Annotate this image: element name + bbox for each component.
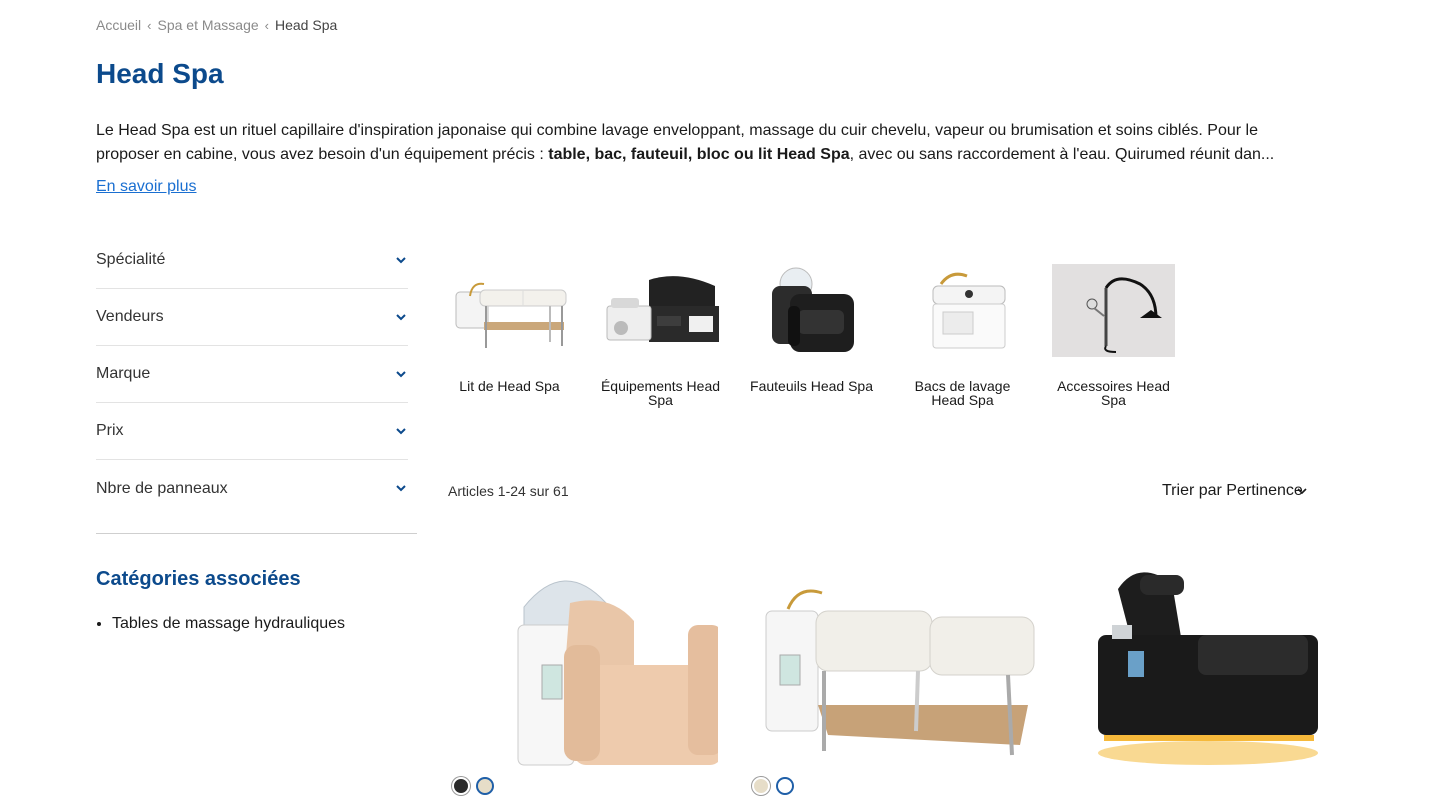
associated-categories-list: Tables de massage hydrauliques [112,615,345,633]
chevron-down-icon [394,253,408,267]
filter-marque[interactable]: Marque [96,346,408,403]
category-tile-bacs[interactable]: Bacs de lavage Head Spa [901,264,1024,407]
filter-vendeurs[interactable]: Vendeurs [96,289,408,346]
product-card[interactable] [748,555,1048,795]
swatch-beige-selected[interactable] [476,777,494,795]
category-tile-lit[interactable]: Lit de Head Spa [448,264,571,407]
color-swatches [452,777,494,795]
color-swatches [752,777,794,795]
category-description: Le Head Spa est un rituel capillaire d'i… [96,119,1336,167]
description-line-1: Le Head Spa est un rituel capillaire d'i… [96,122,1258,139]
page-title: Head Spa [96,58,224,89]
filter-label: Nbre de panneaux [96,479,228,497]
breadcrumb-home-link[interactable]: Accueil [96,17,141,33]
washing-basin-image [901,264,1024,357]
shower-accessory-image [1052,264,1175,357]
category-label: Fauteuils Head Spa [750,378,873,394]
filter-label: Prix [96,422,124,439]
filters-panel: Spécialité Vendeurs Marque Prix Nbre de … [96,232,408,517]
swatch-black[interactable] [452,777,470,795]
head-spa-chair-image [750,264,873,357]
beige-head-spa-chair-image [448,555,748,775]
white-head-spa-bed-image [748,555,1048,775]
head-spa-equipment-image [599,264,722,357]
chevron-down-icon [394,367,408,381]
learn-more-link[interactable]: En savoir plus [96,178,197,196]
breadcrumb-spa-link[interactable]: Spa et Massage [157,17,258,33]
breadcrumb-current: Head Spa [275,17,338,33]
black-head-spa-lounger-image [1048,555,1348,775]
chevron-left-icon: ‹ [147,17,152,33]
filter-label: Spécialité [96,251,166,268]
filter-prix[interactable]: Prix [96,403,408,460]
breadcrumb: Accueil ‹ Spa et Massage ‹ Head Spa [96,17,337,33]
category-label: Équipements Head Spa [600,378,721,408]
category-label: Accessoires Head Spa [1057,378,1170,408]
results-count: Articles 1-24 sur 61 [448,483,569,499]
filter-nbre-panneaux[interactable]: Nbre de panneaux [96,460,408,517]
sort-label: Trier par Pertinence [1162,482,1303,499]
category-tile-equipements[interactable]: Équipements Head Spa [599,264,722,407]
associated-categories-title: Catégories associées [96,568,301,590]
chevron-down-icon [394,310,408,324]
description-line-2: proposer en cabine, vous avez besoin d'u… [96,146,1275,163]
filter-specialite[interactable]: Spécialité [96,232,408,289]
chevron-down-icon [394,482,408,496]
subcategory-carousel: Lit de Head Spa Équipements Head Spa Fau… [448,264,1175,407]
filter-label: Marque [96,365,151,382]
sort-select[interactable]: Trier par Pertinence [1162,482,1307,500]
product-card[interactable] [448,555,748,795]
chevron-down-icon [1297,482,1307,500]
category-label: Lit de Head Spa [459,378,560,394]
category-tile-accessoires[interactable]: Accessoires Head Spa [1052,264,1175,407]
chevron-left-icon: ‹ [264,17,269,33]
head-spa-bed-image [448,264,571,357]
chevron-down-icon [394,424,408,438]
product-card[interactable] [1048,555,1348,780]
category-label: Bacs de lavage Head Spa [914,378,1011,408]
swatch-white-selected[interactable] [776,777,794,795]
description-bold-text: table, bac, fauteuil, bloc ou lit Head S… [548,146,850,163]
associated-category-link[interactable]: Tables de massage hydrauliques [112,615,345,633]
divider [96,533,417,534]
filter-label: Vendeurs [96,308,164,325]
swatch-beige[interactable] [752,777,770,795]
product-grid [448,555,1348,795]
category-tile-fauteuils[interactable]: Fauteuils Head Spa [750,264,873,407]
